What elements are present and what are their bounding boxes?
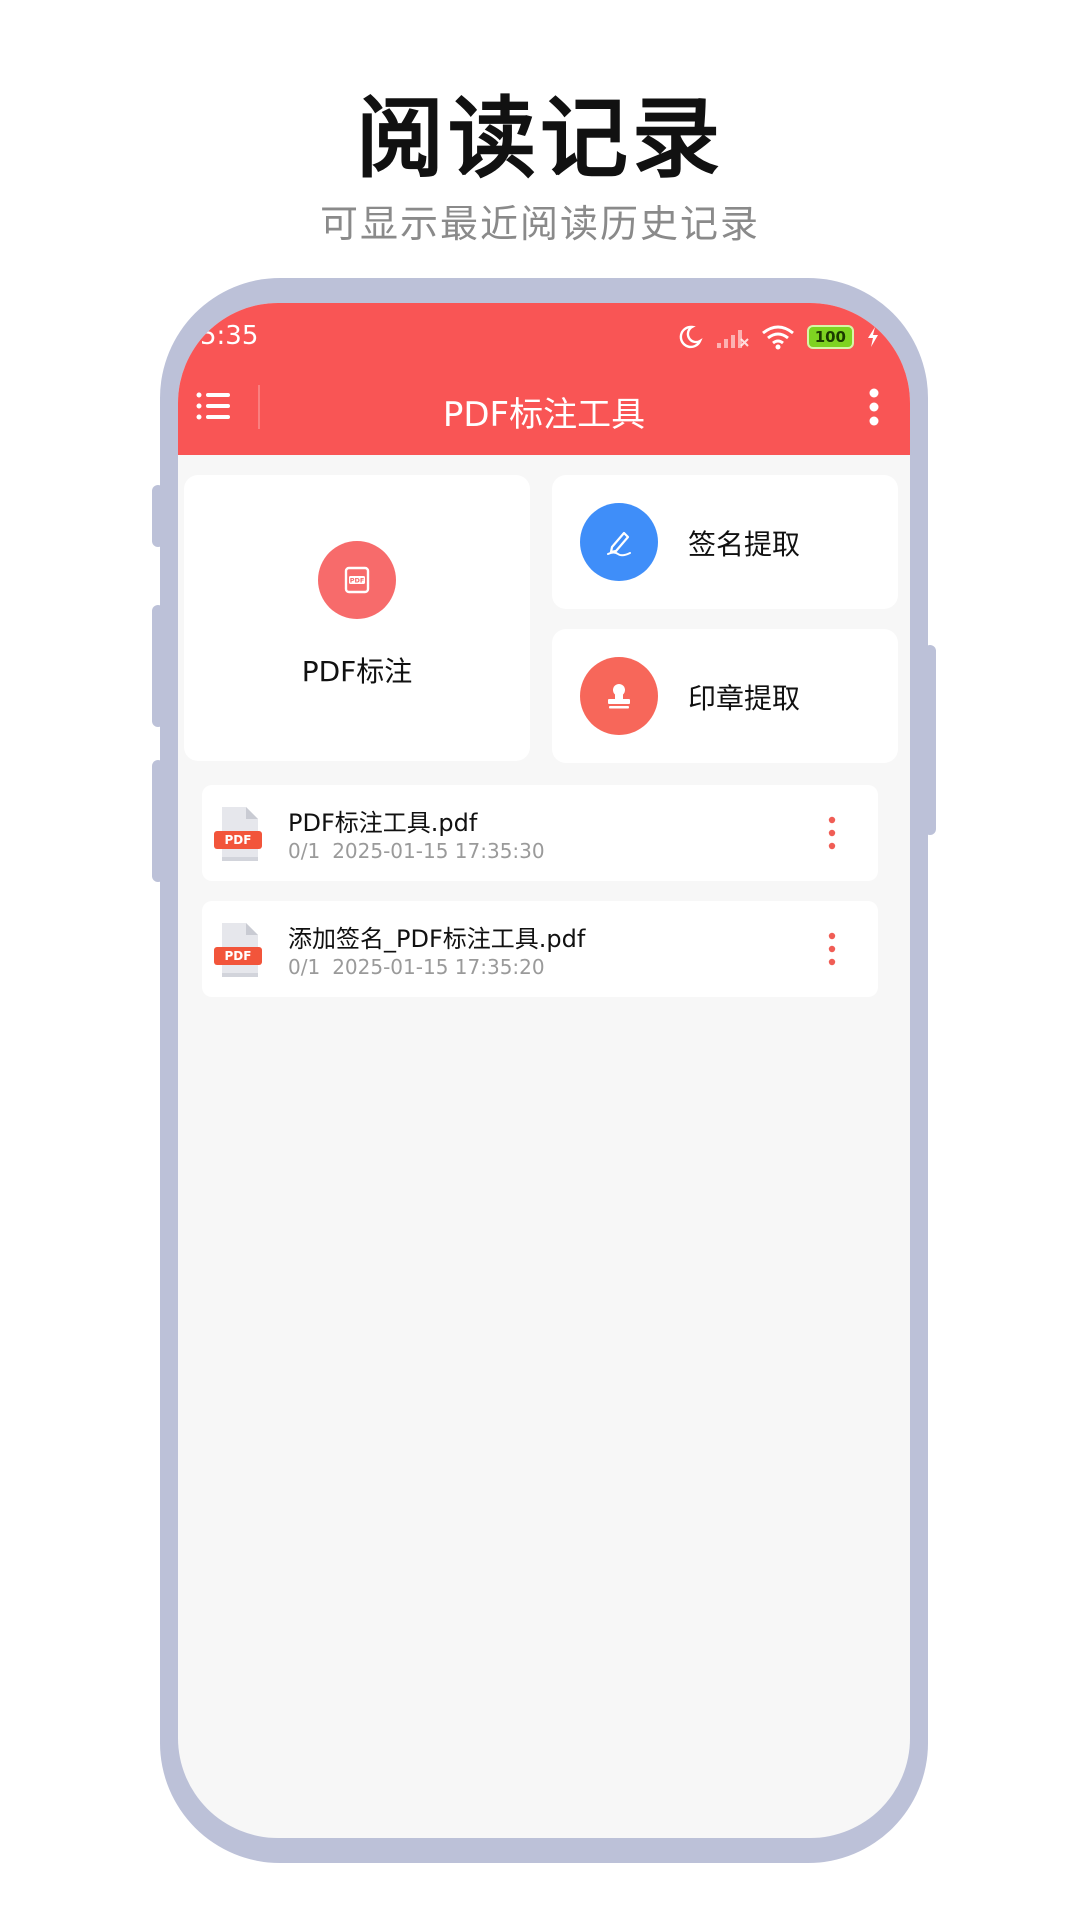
pdf-file-icon: PDF [214, 807, 262, 861]
file-meta: 0/1 2025-01-15 17:35:30 [288, 839, 557, 863]
pdf-file-icon: PDF [214, 923, 262, 977]
file-timestamp: 2025-01-15 17:35:20 [332, 955, 545, 979]
phone-side-button [924, 645, 936, 835]
moon-icon [679, 325, 703, 349]
pdf-icon: PDF [344, 566, 370, 594]
list-item[interactable]: PDF 添加签名_PDF标注工具.pdf 0/1 2025-01-15 17:35… [202, 901, 878, 997]
seal-extract-card[interactable]: 印章提取 [552, 629, 898, 763]
phone-side-button [152, 605, 164, 727]
file-page-progress: 0/1 [288, 839, 321, 863]
file-page-progress: 0/1 [288, 955, 321, 979]
svg-text:PDF: PDF [225, 833, 252, 847]
signature-extract-label: 签名提取 [688, 528, 801, 561]
pdf-annotate-label: PDF标注 [301, 655, 413, 688]
status-icons: 100 [677, 321, 880, 353]
wifi-icon [761, 325, 794, 350]
phone-screen: 5:35 100 PDF标注工具 PDF PDF标注 签名提取 印章提取 PDF… [178, 303, 910, 1838]
phone-side-button [152, 485, 164, 547]
file-name: PDF标注工具.pdf [288, 809, 478, 837]
more-options-icon[interactable] [868, 387, 880, 427]
stamp-icon [608, 684, 630, 709]
file-more-icon[interactable] [828, 815, 836, 851]
svg-text:PDF: PDF [225, 949, 252, 963]
app-bar: 5:35 100 PDF标注工具 [178, 303, 910, 455]
status-time: 5:35 [200, 321, 259, 351]
seal-extract-label: 印章提取 [688, 682, 801, 715]
charging-icon [868, 327, 878, 347]
pdf-annotate-icon-circle: PDF [318, 541, 396, 619]
file-meta: 0/1 2025-01-15 17:35:20 [288, 955, 557, 979]
file-timestamp: 2025-01-15 17:35:30 [332, 839, 545, 863]
phone-side-button [152, 760, 164, 882]
pen-icon [607, 531, 631, 557]
svg-text:PDF: PDF [350, 577, 365, 585]
list-item[interactable]: PDF PDF标注工具.pdf 0/1 2025-01-15 17:35:30 [202, 785, 878, 881]
promo-subtitle: 可显示最近阅读历史记录 [319, 202, 760, 246]
signature-icon-circle [580, 503, 658, 581]
battery-indicator: 100 [806, 325, 854, 349]
promo-title: 阅读记录 [355, 87, 724, 190]
signal-off-icon [716, 330, 749, 348]
pdf-annotate-card[interactable]: PDF PDF标注 [184, 475, 530, 761]
app-title: PDF标注工具 [442, 395, 646, 435]
file-more-icon[interactable] [828, 931, 836, 967]
signature-extract-card[interactable]: 签名提取 [552, 475, 898, 609]
file-name: 添加签名_PDF标注工具.pdf [288, 925, 586, 953]
seal-icon-circle [580, 657, 658, 735]
